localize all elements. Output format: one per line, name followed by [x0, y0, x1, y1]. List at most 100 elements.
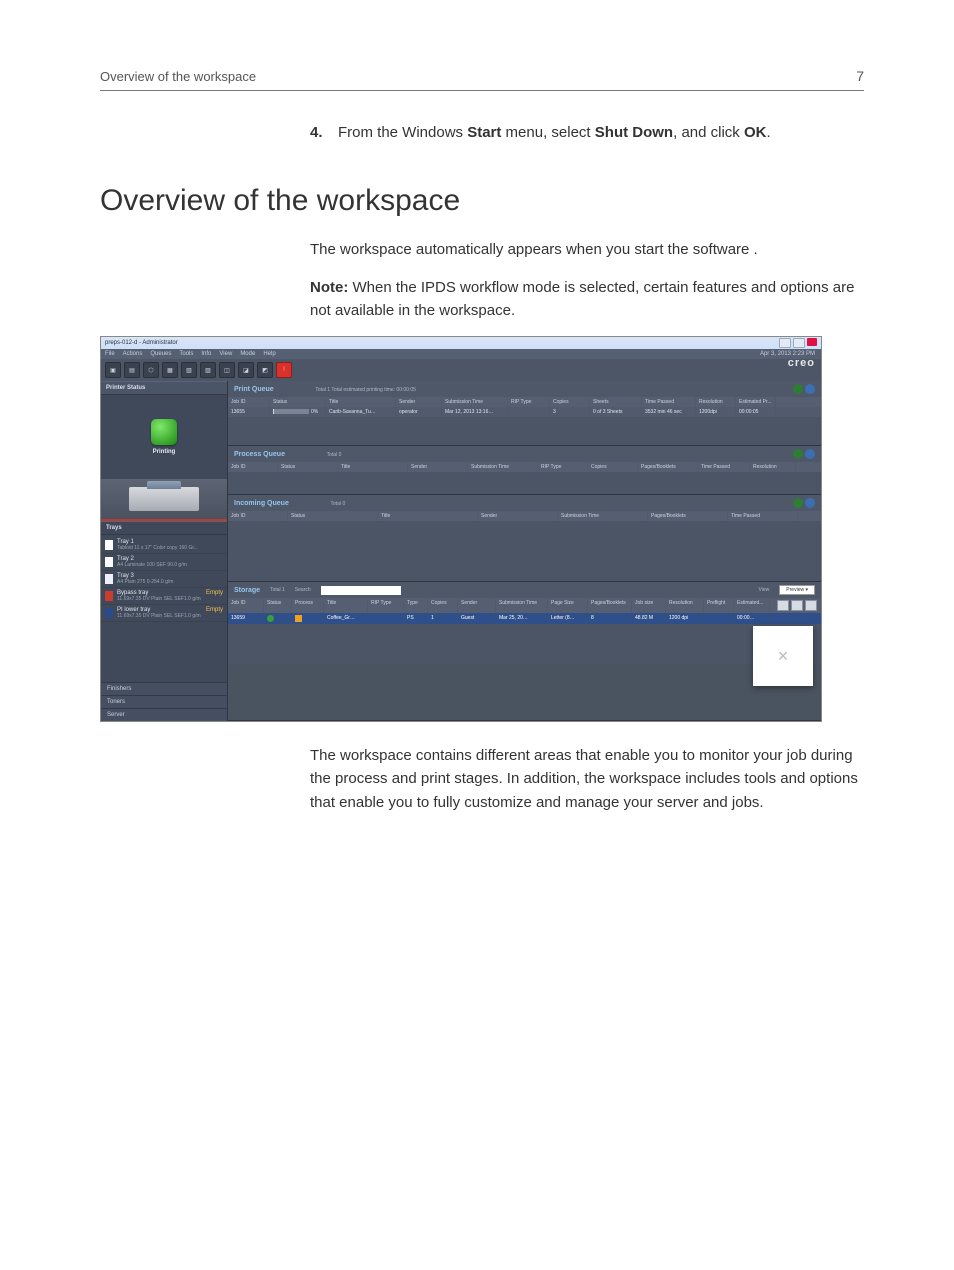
- cell: 8: [588, 613, 632, 624]
- toolbar-button[interactable]: ▣: [105, 362, 121, 378]
- col-header[interactable]: Sheets: [590, 397, 642, 407]
- col-header[interactable]: Estimated Pr...: [736, 397, 776, 407]
- menu-item[interactable]: View: [219, 351, 232, 357]
- col-header[interactable]: Estimated...: [734, 598, 770, 613]
- col-header[interactable]: Page Size: [548, 598, 588, 613]
- menu-item[interactable]: Mode: [240, 351, 255, 357]
- col-header[interactable]: Time Passed: [728, 511, 798, 521]
- window-controls[interactable]: [779, 338, 817, 348]
- col-header[interactable]: Sender: [408, 462, 468, 472]
- tray-item[interactable]: Bypass tray11.69x7.35 DV Plain SEL SEF1.…: [101, 588, 227, 605]
- col-header[interactable]: Resolution: [750, 462, 796, 472]
- col-header[interactable]: Time Passed: [698, 462, 750, 472]
- trays-title[interactable]: Trays: [101, 521, 227, 535]
- maximize-icon[interactable]: [793, 338, 805, 348]
- toolbar-button[interactable]: !: [276, 362, 292, 378]
- col-header[interactable]: Submission Time: [442, 397, 508, 407]
- col-header[interactable]: Type: [404, 598, 428, 613]
- col-header[interactable]: Job ID: [228, 462, 278, 472]
- col-header[interactable]: Title: [338, 462, 408, 472]
- toolbar-button[interactable]: ◫: [219, 362, 235, 378]
- col-header[interactable]: Status: [288, 511, 378, 521]
- col-header[interactable]: Preflight: [704, 598, 734, 613]
- pause-icon[interactable]: [805, 449, 815, 459]
- close-icon[interactable]: [807, 338, 817, 346]
- col-header[interactable]: Job ID: [228, 511, 288, 521]
- storage-paging[interactable]: [774, 598, 821, 613]
- col-header[interactable]: Submission Time: [496, 598, 548, 613]
- col-header[interactable]: Sender: [396, 397, 442, 407]
- intro-paragraph: The workspace automatically appears when…: [310, 238, 864, 261]
- toolbar-button[interactable]: ⬡: [143, 362, 159, 378]
- col-header[interactable]: Submission Time: [558, 511, 648, 521]
- close-preview-icon[interactable]: ×: [778, 646, 789, 667]
- menu-item[interactable]: Help: [263, 351, 275, 357]
- tray-item[interactable]: Tray 2A4 Laminate 100 SEF 90.0 g/m: [101, 554, 227, 571]
- cell: 3: [550, 407, 590, 417]
- toolbar-button[interactable]: ▨: [200, 362, 216, 378]
- menu-item[interactable]: Info: [201, 351, 211, 357]
- step-number: 4.: [310, 121, 338, 144]
- col-header[interactable]: Status: [264, 598, 292, 613]
- storage-meta: Total 1: [270, 587, 285, 593]
- col-header[interactable]: Status: [278, 462, 338, 472]
- server-collapser[interactable]: Server: [101, 708, 227, 721]
- col-header[interactable]: Sender: [458, 598, 496, 613]
- col-header[interactable]: Resolution: [696, 397, 736, 407]
- pause-icon[interactable]: [805, 498, 815, 508]
- search-label: Search: [295, 587, 311, 593]
- view-dropdown[interactable]: Preview ▾: [779, 585, 815, 595]
- col-header[interactable]: Title: [326, 397, 396, 407]
- cell: Mar 25, 20…: [496, 613, 548, 624]
- tray-item[interactable]: Tray 1Tabloid 11 x 17" Color copy 160 Gr…: [101, 537, 227, 554]
- after-paragraph: The workspace contains different areas t…: [310, 744, 864, 814]
- play-icon[interactable]: [793, 384, 803, 394]
- cell: 1: [428, 613, 458, 624]
- col-header[interactable]: Job ID: [228, 397, 270, 407]
- col-header[interactable]: Title: [378, 511, 478, 521]
- pause-icon[interactable]: [805, 384, 815, 394]
- menu-item[interactable]: Actions: [123, 351, 143, 357]
- col-header[interactable]: Process: [292, 598, 324, 613]
- toners-collapser[interactable]: Toners: [101, 695, 227, 708]
- toolbar-button[interactable]: ▤: [124, 362, 140, 378]
- col-header[interactable]: Copies: [588, 462, 638, 472]
- toolbar-button[interactable]: ▦: [162, 362, 178, 378]
- col-header[interactable]: Pages/Booklets: [588, 598, 632, 613]
- minimize-icon[interactable]: [779, 338, 791, 348]
- col-header[interactable]: Job size: [632, 598, 666, 613]
- print-queue-row[interactable]: 13655 0% Carib-Savanna_Tu… operator Mar …: [228, 407, 821, 417]
- menu-item[interactable]: File: [105, 351, 115, 357]
- toolbar-button[interactable]: ◩: [257, 362, 273, 378]
- play-icon[interactable]: [793, 498, 803, 508]
- search-input[interactable]: [321, 586, 401, 595]
- col-header[interactable]: Time Passed: [642, 397, 696, 407]
- step-text: menu, select: [501, 124, 594, 141]
- col-header[interactable]: RIP Type: [538, 462, 588, 472]
- col-header[interactable]: Title: [324, 598, 368, 613]
- finishers-collapser[interactable]: Finishers: [101, 682, 227, 695]
- col-header[interactable]: Copies: [550, 397, 590, 407]
- tray-item[interactable]: Tray 3A4 Plain 275 0-254.0 g/m: [101, 571, 227, 588]
- play-icon[interactable]: [793, 449, 803, 459]
- col-header[interactable]: Sender: [478, 511, 558, 521]
- toolbar-button[interactable]: ◪: [238, 362, 254, 378]
- col-header[interactable]: Pages/Booklets: [638, 462, 698, 472]
- col-header[interactable]: Submission Time: [468, 462, 538, 472]
- menubar[interactable]: File Actions Queues Tools Info View Mode…: [101, 349, 821, 359]
- menu-item[interactable]: Tools: [179, 351, 193, 357]
- cell: Mar 12, 2013 13:16…: [442, 407, 508, 417]
- col-header[interactable]: RIP Type: [368, 598, 404, 613]
- menu-item[interactable]: Queues: [150, 351, 171, 357]
- col-header[interactable]: Status: [270, 397, 326, 407]
- toolbar-button[interactable]: ▧: [181, 362, 197, 378]
- col-header[interactable]: Job ID: [228, 598, 264, 613]
- storage-row[interactable]: 13659 Coffee_Gr… PS 1 Guest Mar 25, 20… …: [228, 613, 821, 624]
- col-header[interactable]: Resolution: [666, 598, 704, 613]
- col-header[interactable]: RIP Type: [508, 397, 550, 407]
- tray-item[interactable]: PI lower tray11.69x7.35 DV Plain SEL SEF…: [101, 605, 227, 622]
- col-header[interactable]: Copies: [428, 598, 458, 613]
- col-header[interactable]: Pages/Booklets: [648, 511, 728, 521]
- preview-thumbnail[interactable]: ×: [753, 626, 813, 686]
- tray-detail: A4 Plain 275 0-254.0 g/m: [117, 579, 173, 585]
